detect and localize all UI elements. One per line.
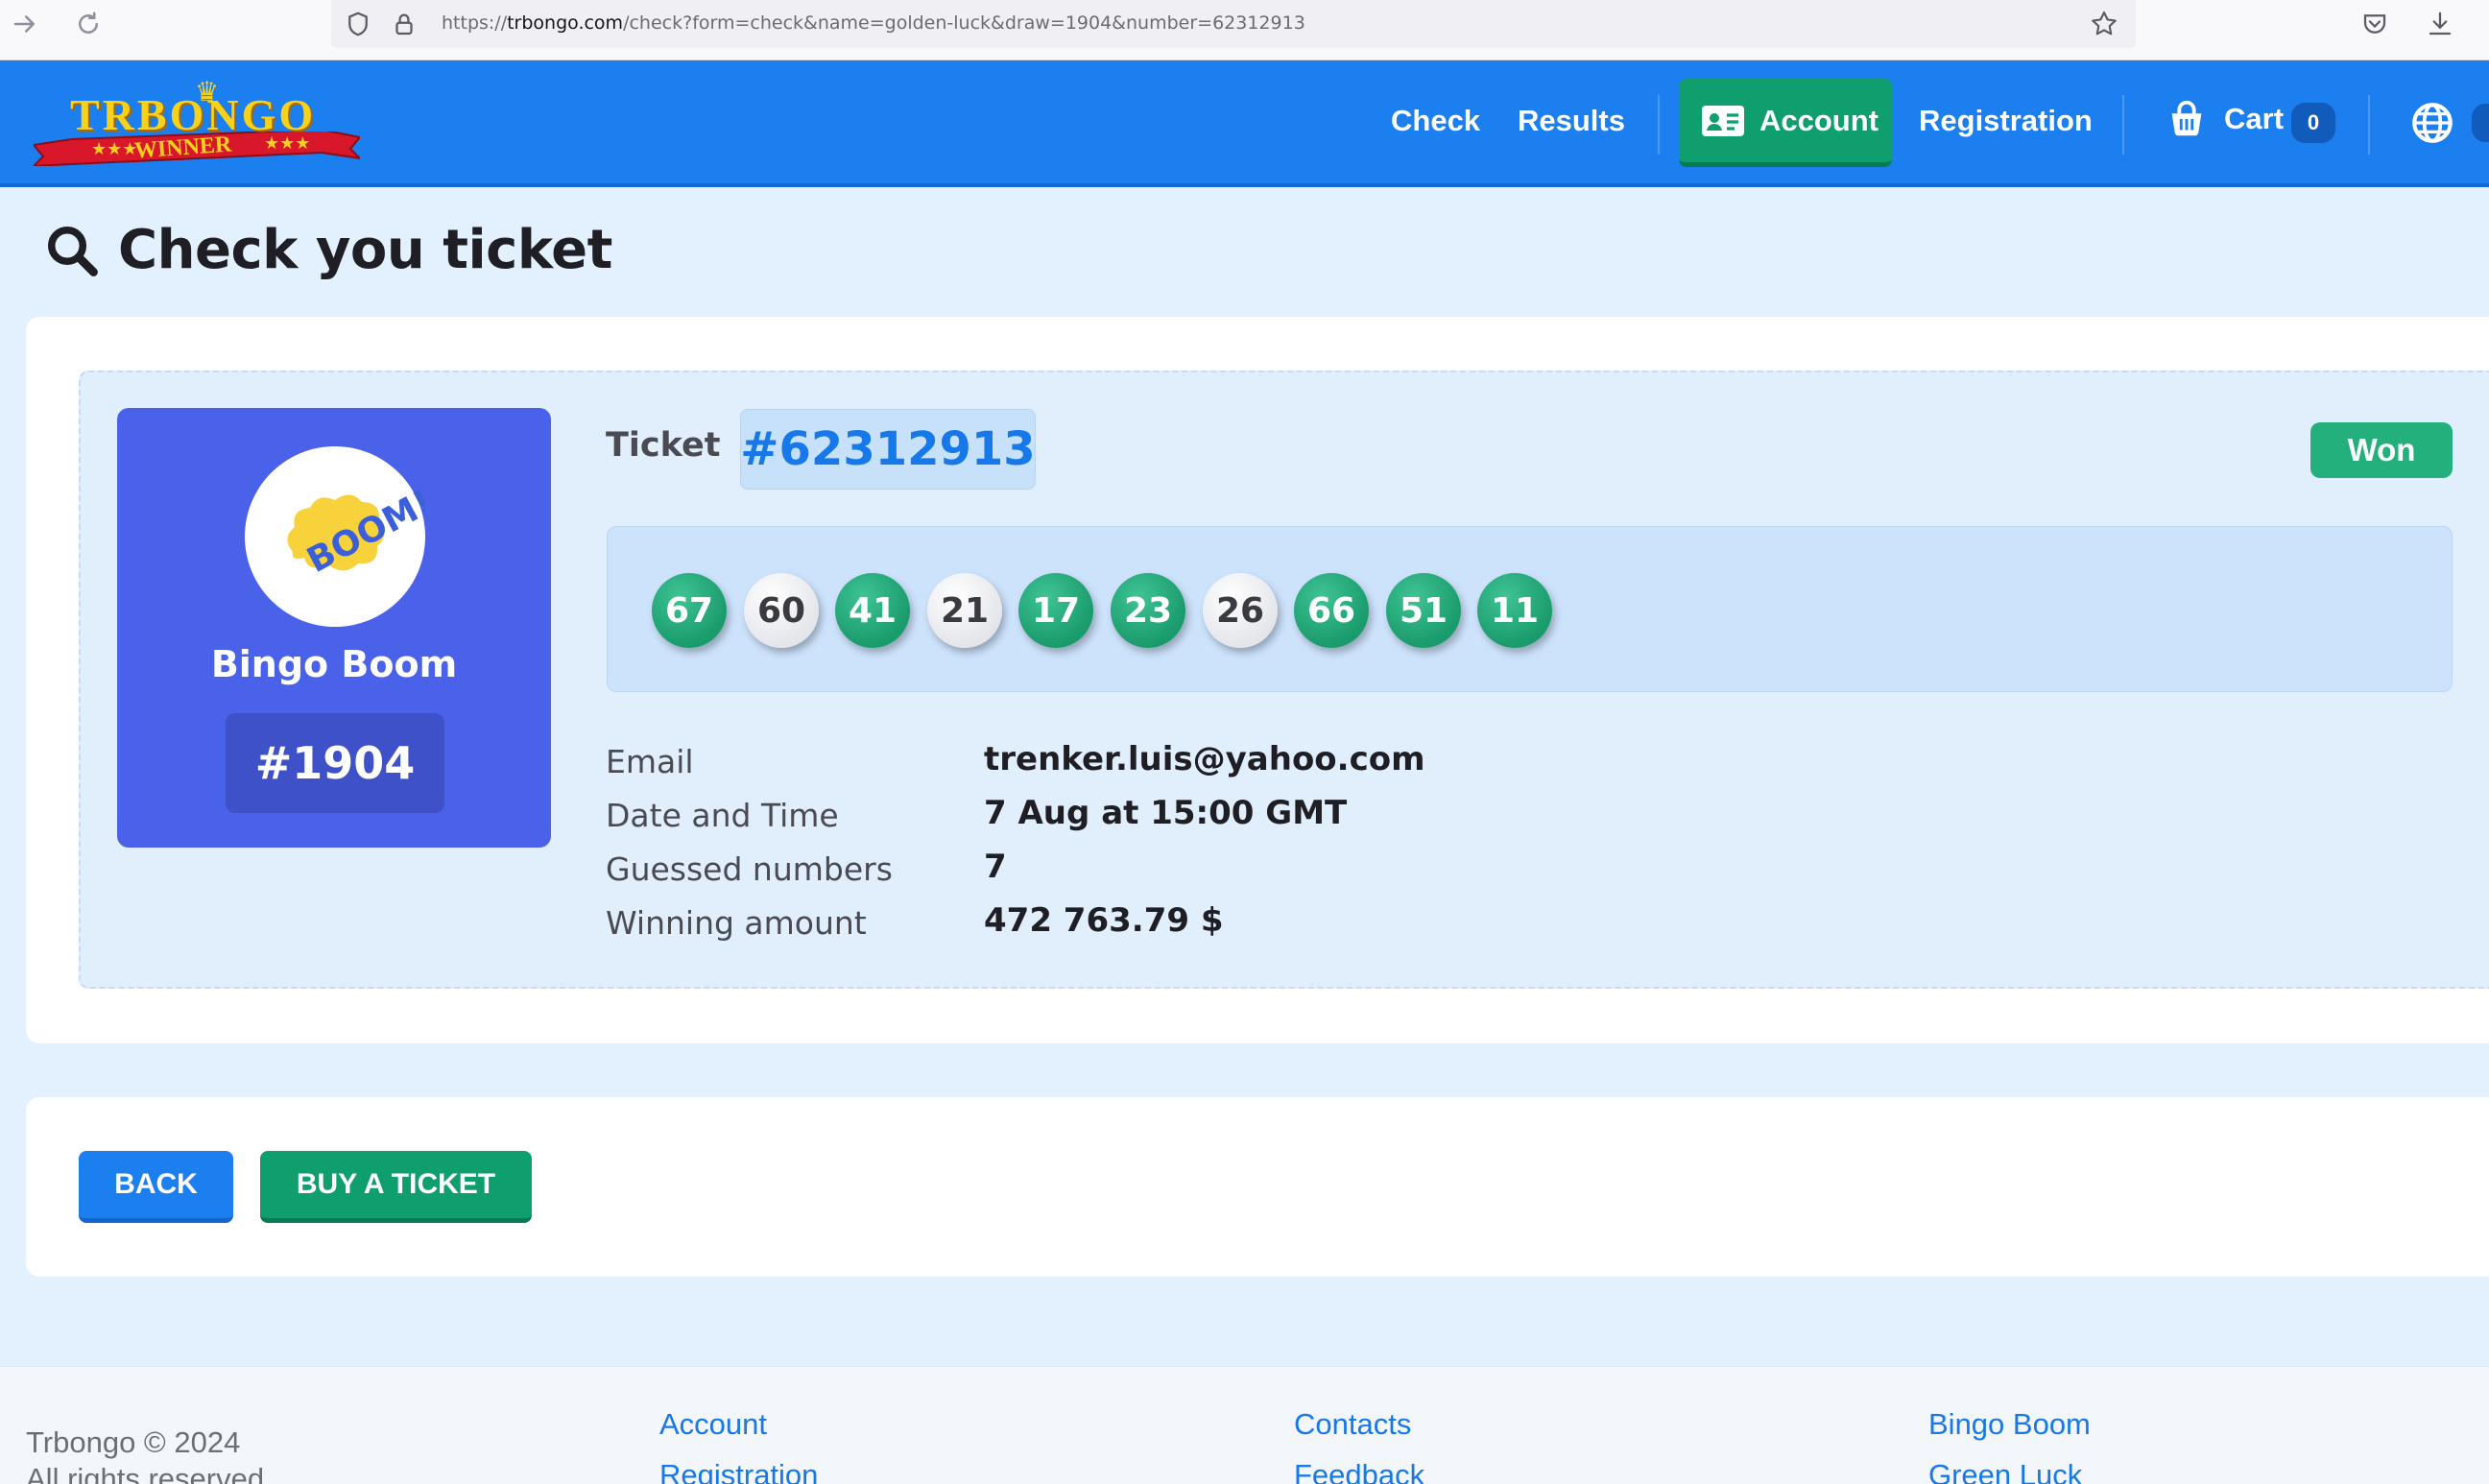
reload-button[interactable] [69, 5, 108, 43]
guessed-label: Guessed numbers [606, 850, 893, 888]
guessed-value: 7 [984, 848, 1007, 886]
downloads-button[interactable] [2421, 5, 2459, 43]
game-name: Bingo Boom [210, 643, 458, 685]
nav-results[interactable]: Results [1518, 104, 1625, 138]
nav-divider [2368, 95, 2370, 155]
download-icon [2429, 12, 2452, 36]
page-title-text: Check you ticket [118, 219, 612, 281]
footer-link-green-luck[interactable]: Green Luck [1928, 1458, 2082, 1484]
ball-matched: 11 [1477, 573, 1552, 648]
svg-text:★★★: ★★★ [91, 139, 137, 159]
buy-ticket-button[interactable]: BUY A TICKET [260, 1151, 532, 1223]
email-label: Email [606, 743, 694, 780]
footer-link-bingo-boom[interactable]: Bingo Boom [1928, 1407, 2091, 1442]
ball-unmatched: 26 [1203, 573, 1278, 648]
forward-button[interactable] [6, 5, 44, 43]
account-button-label: Account [1759, 103, 1879, 137]
basket-icon [2171, 100, 2202, 136]
game-logo: BOOM! [245, 446, 439, 627]
id-card-icon [1702, 105, 1744, 136]
draw-number: #1904 [226, 713, 444, 813]
copyright-text: Trbongo © 2024 [26, 1425, 241, 1459]
rights-text: All rights reserved [26, 1462, 265, 1484]
footer-link-contacts[interactable]: Contacts [1294, 1407, 1411, 1442]
pocket-button[interactable] [2356, 5, 2394, 43]
ball-unmatched: 60 [744, 573, 819, 648]
nav-cart[interactable]: Cart [2165, 97, 2284, 141]
browser-toolbar: https://trbongo.com/check?form=check&nam… [0, 0, 2489, 60]
nav-cart-label: Cart [2224, 102, 2285, 135]
search-icon [48, 226, 98, 276]
ball-matched: 41 [835, 573, 910, 648]
reload-icon [79, 12, 98, 34]
footer-link-registration[interactable]: Registration [659, 1458, 818, 1484]
game-info-box: BOOM! Bingo Boom #1904 [117, 408, 551, 848]
language-button[interactable] [2408, 99, 2456, 152]
shield-icon[interactable] [339, 5, 377, 43]
site-footer: Trbongo © 2024 All rights reserved Accou… [0, 1366, 2489, 1484]
ball-matched: 17 [1018, 573, 1093, 648]
datetime-value: 7 Aug at 15:00 GMT [984, 794, 1348, 832]
footer-link-feedback[interactable]: Feedback [1294, 1458, 1424, 1484]
ball-matched: 23 [1111, 573, 1185, 648]
logo-brand-text: TRBONGO [70, 90, 317, 139]
boom-logo-icon: BOOM! [287, 483, 439, 581]
nav-check[interactable]: Check [1391, 104, 1480, 138]
cart-count-badge: 0 [2291, 103, 2335, 143]
footer-copyright: Trbongo © 2024 All rights reserved [26, 1424, 264, 1484]
ticket-label: Ticket [606, 426, 721, 465]
ticket-number: #62312913 [740, 409, 1036, 490]
bookmark-star-icon[interactable] [2085, 5, 2123, 43]
url-path: /check?form=check&name=golden-luck&draw=… [623, 12, 1305, 34]
pocket-icon [2363, 14, 2386, 34]
nav-registration[interactable]: Registration [1919, 104, 2093, 138]
ball-matched: 67 [652, 573, 727, 648]
site-logo[interactable]: ★★★ ★★★ ♛ TRBONGO WINNER [24, 76, 370, 172]
email-value: trenker.luis@yahoo.com [984, 740, 1425, 778]
footer-link-account[interactable]: Account [659, 1407, 767, 1442]
globe-icon [2412, 103, 2453, 143]
back-button[interactable]: BACK [79, 1151, 233, 1223]
lock-icon[interactable] [385, 5, 423, 43]
ball-matched: 66 [1294, 573, 1369, 648]
winning-value: 472 763.79 $ [984, 901, 1224, 940]
ball-matched: 51 [1386, 573, 1461, 648]
page-title: Check you ticket [43, 219, 612, 281]
url-text[interactable]: https://trbongo.com/check?form=check&nam… [442, 12, 1305, 34]
nav-divider [1658, 95, 1660, 155]
arrow-right-icon [13, 15, 35, 33]
nav-divider [2122, 95, 2124, 155]
account-button[interactable]: Account [1679, 79, 1892, 167]
status-badge: Won [2310, 422, 2453, 478]
winning-label: Winning amount [606, 904, 867, 942]
address-bar[interactable]: https://trbongo.com/check?form=check&nam… [331, 0, 2136, 48]
url-host: trbongo.com [507, 12, 624, 34]
site-header: ★★★ ★★★ ♛ TRBONGO WINNER Check Results R… [0, 60, 2489, 187]
datetime-label: Date and Time [606, 797, 839, 834]
user-avatar-partial[interactable] [2472, 104, 2489, 142]
url-scheme: https:// [442, 12, 508, 34]
ball-unmatched: 21 [927, 573, 1002, 648]
